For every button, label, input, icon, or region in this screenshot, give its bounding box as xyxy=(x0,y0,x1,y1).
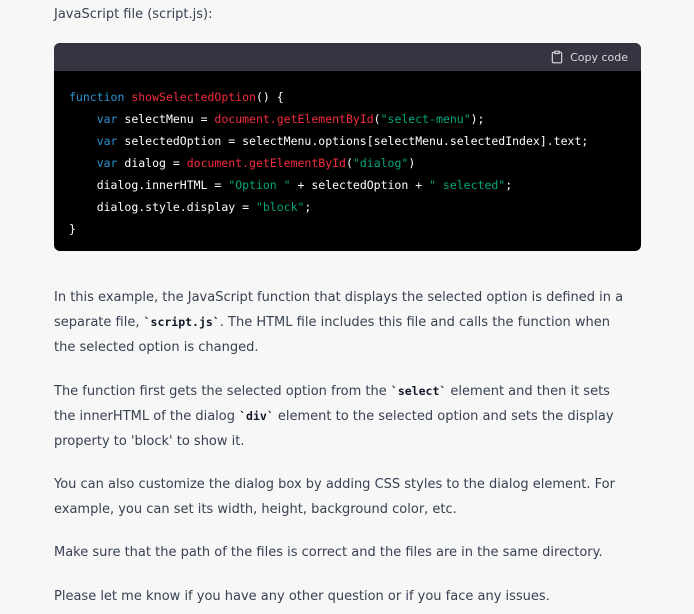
inline-code-select: `select` xyxy=(390,384,447,398)
code-text: } xyxy=(69,222,76,236)
code-text: ; xyxy=(505,178,513,192)
copy-code-button[interactable]: Copy code xyxy=(550,50,628,64)
code-keyword: var xyxy=(96,134,118,148)
code-string: "Option " xyxy=(228,178,291,192)
paragraph-closing: Please let me know if you have any other… xyxy=(54,589,550,604)
code-text: ) xyxy=(408,156,416,170)
code-text: selectMenu = xyxy=(117,112,215,126)
paragraph-function-explanation: The function first gets the selected opt… xyxy=(54,379,634,454)
paragraph-example: In this example, the JavaScript function… xyxy=(54,285,634,360)
copy-code-label: Copy code xyxy=(570,50,628,64)
code-intro-label: JavaScript file (script.js): xyxy=(54,7,213,22)
code-text: dialog.style.display = xyxy=(96,200,256,214)
chat-response: JavaScript file (script.js): Copy code f… xyxy=(0,0,694,614)
code-text: ); xyxy=(470,112,485,126)
code-string: "select-menu" xyxy=(380,112,471,126)
code-function-name: document.getElementById xyxy=(214,112,374,126)
code-keyword: var xyxy=(96,156,118,170)
paragraph-text: The function first gets the selected opt… xyxy=(54,384,391,399)
code-block: Copy code function showSelectedOption() … xyxy=(54,43,641,251)
code-string: " selected" xyxy=(429,178,506,192)
code-content: function showSelectedOption() { var sele… xyxy=(69,90,589,236)
code-function-name: showSelectedOption xyxy=(131,90,256,104)
inline-code-script-js: `script.js` xyxy=(143,315,220,329)
paragraph-customize: You can also customize the dialog box by… xyxy=(54,477,615,517)
code-text: () { xyxy=(255,90,284,104)
code-text: + selectedOption + xyxy=(290,178,430,192)
code-text: ; xyxy=(304,200,312,214)
code-keyword: var xyxy=(96,112,118,126)
clipboard-icon xyxy=(550,50,564,64)
code-string: "block" xyxy=(255,200,305,214)
code-block-header: Copy code xyxy=(54,43,641,71)
code-string: "dialog" xyxy=(352,156,409,170)
code-keyword: function xyxy=(69,90,125,104)
inline-code-div: `div` xyxy=(239,409,274,423)
code-text: selectedOption = selectMenu.options[sele… xyxy=(117,134,589,148)
code-text: dialog = xyxy=(117,156,187,170)
code-function-name: document.getElementById xyxy=(186,156,346,170)
code-text: dialog.innerHTML = xyxy=(96,178,229,192)
paragraph-path-note: Make sure that the path of the files is … xyxy=(54,545,603,560)
